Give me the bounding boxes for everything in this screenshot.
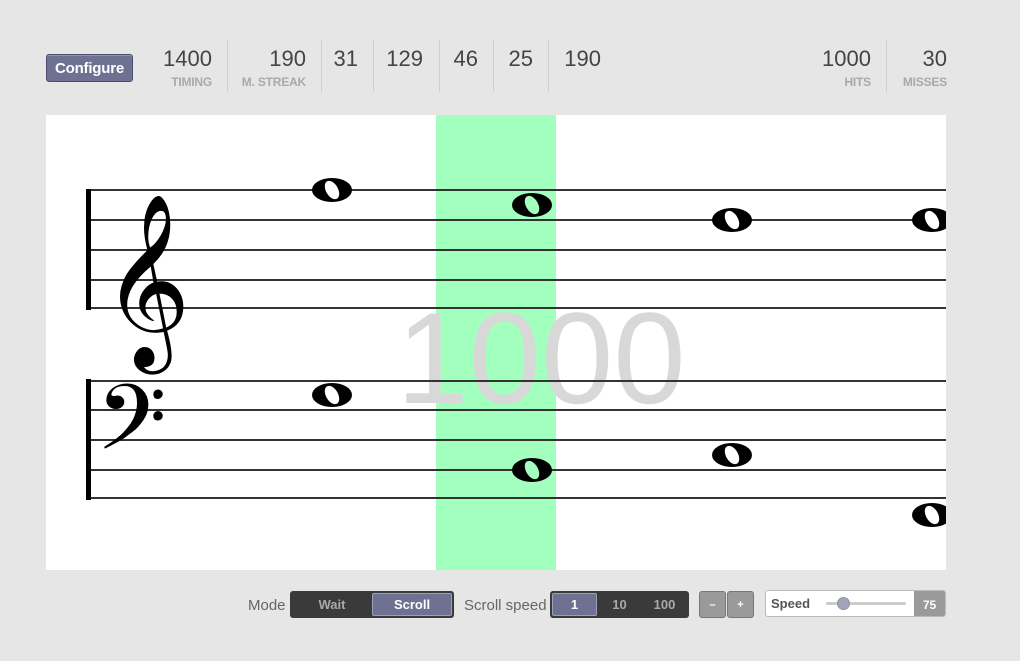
stat-streak: 190 M. STREAK: [228, 40, 322, 92]
speed-slider-thumb[interactable]: [837, 597, 850, 610]
stat-5: 46: [440, 40, 494, 92]
misses-value: 30: [922, 46, 947, 71]
treble-barline: [86, 189, 91, 310]
whole-note-icon: [512, 193, 552, 217]
speed-label: Speed: [771, 596, 811, 611]
whole-note-icon: [912, 208, 946, 232]
bass-clef-icon: 𝄢: [96, 365, 167, 493]
whole-note-icon: [912, 503, 946, 527]
treble-clef-icon: 𝄞: [102, 193, 191, 375]
stat-3-value: 31: [333, 46, 358, 71]
whole-note-icon: [712, 443, 752, 467]
stat-5-value: 46: [453, 46, 478, 71]
scroll-speed-label: Scroll speed: [464, 597, 547, 614]
stat-3: 31: [322, 40, 374, 92]
whole-note-icon: [512, 458, 552, 482]
whole-note-icon: [312, 178, 352, 202]
speed-control: Speed 75: [765, 590, 946, 617]
stat-7-value: 190: [564, 46, 601, 71]
staff-area: 1000 𝄞 𝄢: [46, 115, 946, 570]
mode-scroll-option[interactable]: Scroll: [372, 593, 452, 616]
stat-misses: 30 MISSES: [887, 40, 947, 92]
stat-7: 190: [549, 40, 601, 92]
stat-4: 129: [374, 40, 440, 92]
stat-hits: 1000 HITS: [800, 40, 887, 92]
bass-barline: [86, 379, 91, 500]
speed-value: 75: [914, 591, 945, 616]
misses-label: MISSES: [902, 75, 947, 89]
scroll-speed-toggle: 1 10 100: [550, 591, 689, 618]
whole-note-icon: [712, 208, 752, 232]
treble-notes: [312, 178, 946, 232]
increase-button[interactable]: +: [727, 591, 754, 618]
scroll-speed-1-option[interactable]: 1: [552, 593, 597, 616]
hits-value: 1000: [822, 46, 871, 71]
stat-6: 25: [494, 40, 549, 92]
hits-label: HITS: [844, 75, 871, 89]
mode-toggle: Wait Scroll: [290, 591, 454, 618]
whole-note-icon: [312, 383, 352, 407]
configure-button[interactable]: Configure: [46, 54, 133, 82]
scroll-speed-10-option[interactable]: 10: [597, 593, 642, 616]
stat-streak-value: 190: [269, 46, 306, 71]
stat-4-value: 129: [386, 46, 423, 71]
mode-wait-option[interactable]: Wait: [292, 593, 372, 616]
stat-streak-label: M. STREAK: [241, 75, 306, 89]
stat-timing-value: 1400: [163, 46, 212, 71]
stat-timing: 1400 TIMING: [150, 40, 228, 92]
grand-staff: 1000 𝄞 𝄢: [86, 115, 946, 570]
stat-timing-label: TIMING: [171, 75, 212, 89]
mode-label: Mode: [248, 597, 286, 614]
stat-6-value: 25: [508, 46, 533, 71]
scroll-speed-100-option[interactable]: 100: [642, 593, 687, 616]
decrease-button[interactable]: –: [699, 591, 726, 618]
